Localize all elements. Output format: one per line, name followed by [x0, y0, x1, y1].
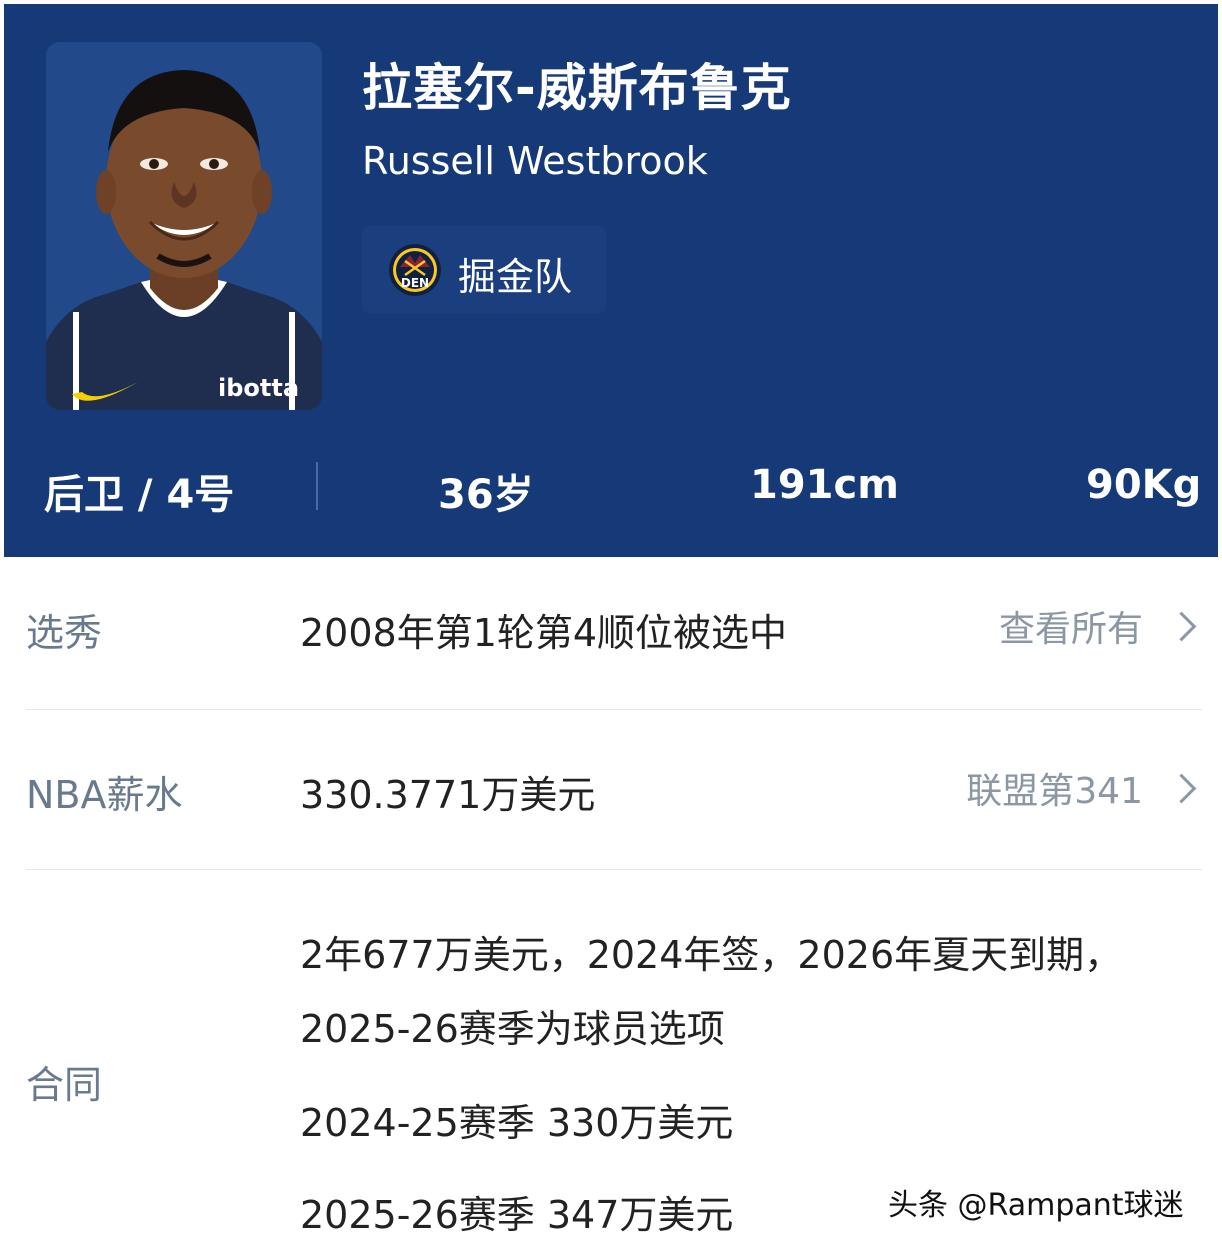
- stat-height: 191cm: [750, 462, 899, 508]
- contract-summary-line1: 2年677万美元，2024年签，2026年夏天到期，: [300, 933, 1123, 977]
- salary-link-text: 联盟第341: [966, 771, 1143, 812]
- chevron-right-icon: [1166, 773, 1197, 803]
- watermark: 头条 @Rampant球迷: [888, 1188, 1184, 1223]
- nuggets-logo-icon: DEN: [389, 244, 441, 296]
- row-divider: [26, 709, 1202, 710]
- player-portrait-illustration: [46, 42, 322, 410]
- jersey-sponsor-text: ibotta: [218, 374, 300, 402]
- salary-label: NBA薪水: [26, 773, 183, 817]
- team-chip[interactable]: DEN 掘金队: [362, 226, 606, 314]
- contract-season-2025-26: 2025-26赛季 347万美元: [300, 1193, 734, 1237]
- player-stats-bar: 后卫 / 4号 36岁 191cm 90Kg: [4, 456, 1218, 518]
- draft-link-text: 查看所有: [998, 609, 1143, 650]
- player-name-en: Russell Westbrook: [362, 139, 708, 183]
- chevron-right-icon: [1166, 611, 1197, 641]
- contract-label: 合同: [26, 1063, 103, 1107]
- draft-value: 2008年第1轮第4顺位被选中: [300, 611, 788, 655]
- team-name: 掘金队: [458, 255, 573, 299]
- draft-view-all-link[interactable]: 查看所有: [998, 596, 1197, 656]
- row-divider: [26, 869, 1202, 870]
- contract-summary-line2: 2025-26赛季为球员选项: [300, 1007, 725, 1051]
- stat-weight: 90Kg: [1086, 462, 1202, 508]
- salary-rank-link[interactable]: 联盟第341: [966, 758, 1197, 818]
- contract-season-2024-25: 2024-25赛季 330万美元: [300, 1101, 734, 1145]
- stat-age: 36岁: [438, 472, 534, 518]
- draft-label: 选秀: [26, 611, 103, 655]
- player-name-cn: 拉塞尔-威斯布鲁克: [362, 59, 792, 117]
- player-photo: ibotta: [46, 42, 322, 410]
- salary-value: 330.3771万美元: [300, 773, 596, 817]
- team-logo-text: DEN: [401, 276, 429, 290]
- stat-position: 后卫 / 4号: [44, 472, 235, 518]
- stat-divider: [316, 462, 318, 510]
- player-header: ibotta 拉塞尔-威斯布鲁克 Russell Westbrook DEN 掘…: [4, 4, 1218, 557]
